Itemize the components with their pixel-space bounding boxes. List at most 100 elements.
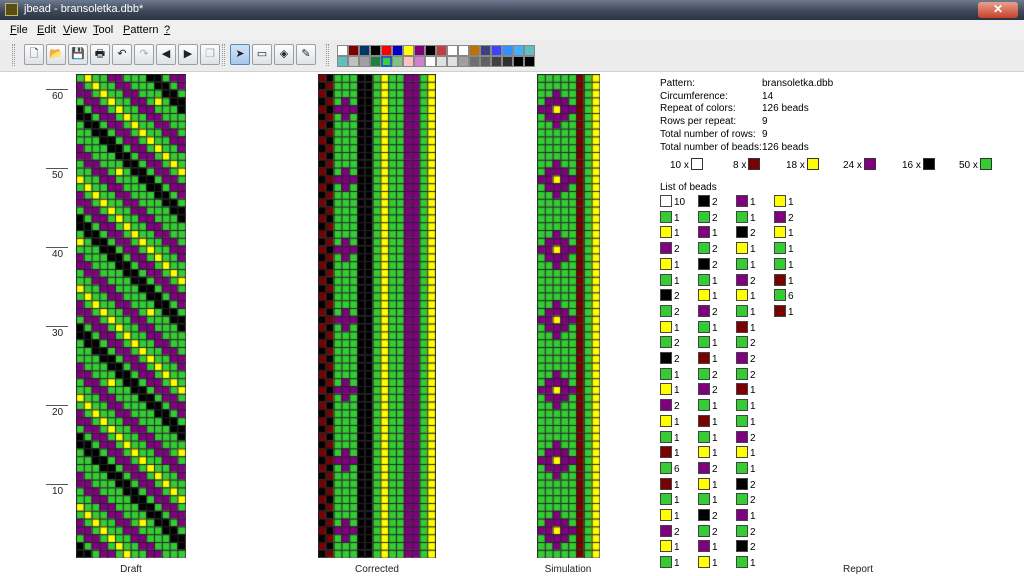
bead-color-swatch: [660, 477, 672, 490]
palette-swatch[interactable]: [414, 56, 425, 67]
palette-swatch[interactable]: [348, 45, 359, 56]
bead-list-item: 1: [660, 509, 680, 522]
bead-count: 1: [674, 416, 680, 428]
toolbar-grip[interactable]: [326, 44, 329, 66]
palette-swatch[interactable]: [403, 45, 414, 56]
palette-swatch[interactable]: [403, 56, 414, 67]
bead-count: 1: [712, 558, 718, 570]
palette-swatch[interactable]: [513, 56, 524, 67]
bead-list-item: 1: [660, 367, 680, 381]
bead-list-item: 1: [736, 383, 756, 396]
close-window-button[interactable]: ✕: [978, 2, 1018, 18]
scroll-left-button[interactable]: ◀: [156, 44, 176, 65]
palette-swatch[interactable]: [414, 45, 425, 56]
bead-list-item: 1: [660, 414, 680, 428]
bead-list-item: 1: [698, 493, 718, 506]
bead-color-swatch: [660, 304, 672, 317]
palette-swatch[interactable]: [381, 45, 392, 56]
simulation-grid[interactable]: [537, 74, 600, 558]
bead-list-item: 2: [660, 304, 680, 318]
open-button[interactable]: 📂: [46, 44, 66, 65]
palette-swatch[interactable]: [480, 56, 491, 67]
menu-file[interactable]: File: [10, 24, 28, 36]
new-file-button[interactable]: 🗋: [24, 44, 44, 65]
palette-swatch[interactable]: [502, 56, 513, 67]
scroll-right-button[interactable]: ▶: [178, 44, 198, 65]
palette-swatch[interactable]: [436, 45, 447, 56]
save-button[interactable]: 💾: [68, 44, 88, 65]
ruler-tick: [46, 247, 68, 248]
palette-swatch[interactable]: [381, 56, 392, 67]
bead-color-swatch: [698, 352, 710, 364]
color-count-label: 16 x: [902, 160, 921, 171]
arrow-left-icon: ◀: [161, 48, 171, 60]
menu-view[interactable]: View: [63, 24, 87, 36]
palette-swatch[interactable]: [513, 45, 524, 56]
bead-count: 2: [674, 291, 680, 303]
bead-list-item: 1: [660, 226, 680, 239]
bead-list-item: 1: [660, 556, 680, 569]
bead-list-item: 2: [660, 289, 680, 302]
palette-swatch[interactable]: [425, 56, 436, 67]
new-file-icon: 🗋: [29, 48, 39, 60]
bead-color-swatch: [660, 493, 672, 506]
palette-swatch[interactable]: [370, 56, 381, 67]
palette-swatch[interactable]: [337, 56, 348, 67]
palette-swatch[interactable]: [458, 56, 469, 67]
copy-button[interactable]: ❐: [200, 44, 220, 65]
palette-swatch[interactable]: [469, 56, 480, 67]
menu-pattern[interactable]: Pattern: [123, 24, 158, 36]
bead-color-swatch: [698, 493, 710, 506]
toolbar-grip[interactable]: [222, 44, 225, 66]
menu-edit[interactable]: Edit: [37, 24, 56, 36]
pipette-tool-button[interactable]: ✎: [296, 44, 316, 65]
bead-count: 1: [674, 212, 680, 224]
bead-count: 1: [788, 259, 794, 271]
bead-list-item: 2: [698, 195, 718, 208]
palette-swatch[interactable]: [337, 45, 348, 56]
app-icon: [5, 3, 18, 16]
palette-swatch[interactable]: [447, 56, 458, 67]
bead-color-swatch: [698, 226, 710, 239]
palette-swatch[interactable]: [469, 45, 480, 56]
bead-count: 2: [750, 495, 756, 507]
bead-count: 2: [750, 526, 756, 538]
ruler-label: 10: [52, 486, 64, 497]
fill-tool-button[interactable]: ◈: [274, 44, 294, 65]
corrected-grid[interactable]: [318, 74, 436, 558]
bead-color-swatch: [698, 383, 710, 396]
redo-button[interactable]: ↷: [134, 44, 154, 65]
palette-swatch[interactable]: [502, 45, 513, 56]
palette-swatch[interactable]: [370, 45, 381, 56]
palette-swatch[interactable]: [491, 56, 502, 67]
pencil-tool-button[interactable]: ➤: [230, 44, 250, 65]
report-value: 14: [762, 90, 774, 102]
print-button[interactable]: 🖶: [90, 44, 110, 65]
palette-swatch[interactable]: [447, 45, 458, 56]
palette-swatch[interactable]: [392, 56, 403, 67]
bead-list-item: 2: [736, 430, 756, 444]
draft-grid[interactable]: [76, 74, 186, 558]
undo-button[interactable]: ↶: [112, 44, 132, 65]
palette-swatch[interactable]: [480, 45, 491, 56]
palette-swatch[interactable]: [359, 45, 370, 56]
select-tool-button[interactable]: ▭: [252, 44, 272, 65]
palette-swatch[interactable]: [491, 45, 502, 56]
palette-swatch[interactable]: [348, 56, 359, 67]
toolbar-grip[interactable]: [12, 44, 15, 66]
bead-count: 1: [750, 212, 756, 224]
bead-list-item: 1: [698, 556, 718, 569]
menu-help[interactable]: ?: [164, 24, 170, 36]
palette-swatch[interactable]: [359, 56, 370, 67]
bead-count: 1: [674, 259, 680, 271]
menu-tool[interactable]: Tool: [93, 24, 113, 36]
palette-swatch[interactable]: [436, 56, 447, 67]
palette-swatch[interactable]: [425, 45, 436, 56]
color-count: 8 x: [733, 158, 761, 171]
bead-count: 2: [788, 212, 794, 224]
palette-swatch[interactable]: [458, 45, 469, 56]
palette-swatch[interactable]: [392, 45, 403, 56]
palette-swatch[interactable]: [524, 56, 535, 67]
palette-swatch[interactable]: [524, 45, 535, 56]
bead-count: 1: [750, 306, 756, 318]
